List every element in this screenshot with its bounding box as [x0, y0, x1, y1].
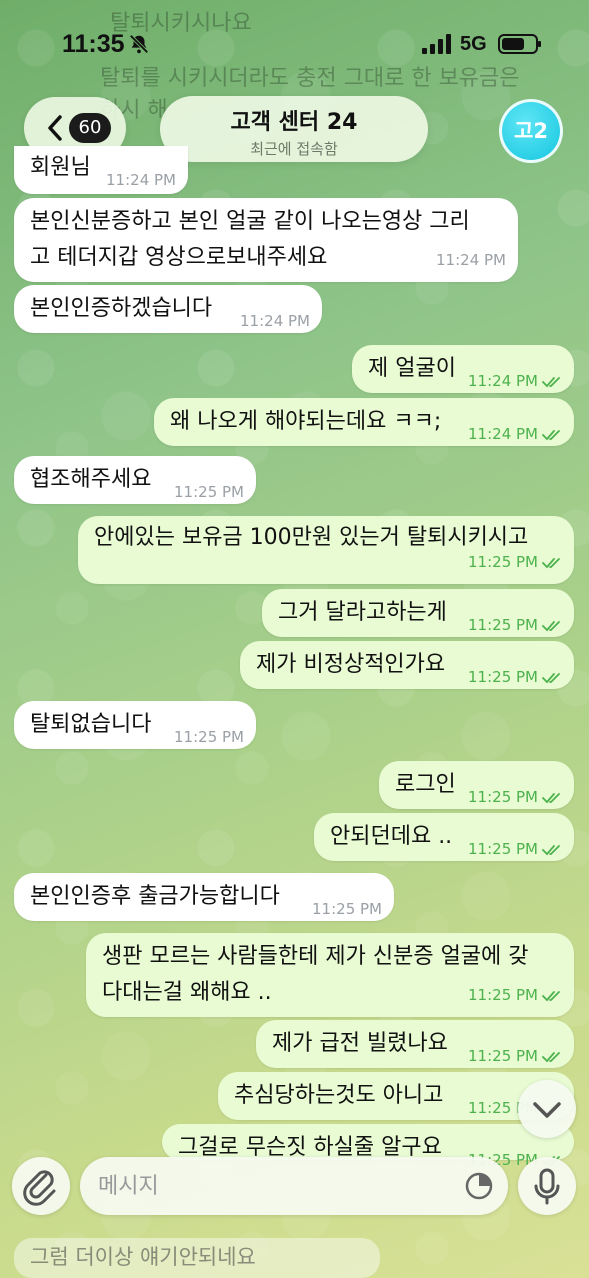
message-text: 추심당하는것도 아니고 [234, 1083, 444, 1108]
timestamp-text: 11:25 PM [468, 788, 538, 806]
chat-title: 고객 센터 24 [230, 110, 358, 135]
timestamp-text: 11:25 PM [468, 668, 538, 686]
read-check-icon [542, 557, 560, 568]
outgoing-message[interactable]: 왜 나오게 해야되는데요 ㅋㅋ; 11:24 PM [154, 398, 574, 446]
message-text: 안되던데요 .. [330, 824, 453, 849]
battery-icon [498, 34, 541, 54]
message-input[interactable] [98, 1169, 438, 1203]
incoming-message[interactable]: 본인인증하겠습니다 11:24 PM [14, 285, 322, 333]
message-text: 협조해주세요 [30, 467, 152, 492]
read-check-icon [542, 792, 560, 803]
message-timestamp: 11:24 PM [106, 162, 176, 198]
read-check-icon [542, 620, 560, 631]
incoming-message[interactable]: 협조해주세요 11:25 PM [14, 456, 256, 504]
paperclip-icon [23, 1170, 56, 1206]
timestamp-text: 11:25 PM [174, 483, 244, 501]
message-timestamp: 11:25 PM [468, 977, 562, 1013]
message-text: 제가 비정상적인가요 [256, 652, 446, 677]
message-timestamp: 11:25 PM [468, 779, 562, 815]
read-check-icon [542, 672, 560, 683]
message-text: 본인인증하겠습니다 [30, 296, 213, 321]
chat-title-area[interactable]: 고객 센터 24 최근에 접속함 [160, 96, 428, 162]
microphone-button[interactable] [518, 1157, 576, 1215]
message-timestamp: 11:25 PM [174, 474, 244, 510]
incoming-message[interactable]: 탈퇴없습니다 11:25 PM [14, 701, 256, 749]
read-check-icon [542, 844, 560, 855]
message-timestamp: 11:25 PM [468, 607, 562, 643]
incoming-message[interactable]: 회원님 11:24 PM [14, 146, 188, 194]
timestamp-text: 11:24 PM [240, 312, 310, 330]
timestamp-text: 11:24 PM [468, 372, 538, 390]
message-text: 그거 달라고하는게 [278, 600, 447, 625]
message-text: 제가 급전 빌렸나요 [272, 1031, 448, 1056]
message-timestamp: 11:24 PM [240, 303, 310, 339]
message-timestamp: 11:25 PM [312, 891, 382, 927]
unread-count-badge: 60 [69, 113, 111, 143]
timestamp-text: 11:24 PM [436, 251, 506, 269]
outgoing-message[interactable]: 제가 비정상적인가요 11:25 PM [240, 641, 574, 689]
chevron-down-icon [533, 1102, 561, 1118]
outgoing-message[interactable]: 그거 달라고하는게 11:25 PM [262, 589, 574, 637]
timestamp-text: 11:24 PM [468, 425, 538, 443]
read-check-icon [542, 429, 560, 440]
message-text: 로그인 [395, 772, 456, 797]
timestamp-text: 11:25 PM [468, 553, 538, 571]
outgoing-message[interactable]: 안되던데요 .. 11:25 PM [314, 813, 574, 861]
outgoing-message[interactable]: 제가 급전 빌렸나요 11:25 PM [256, 1020, 574, 1068]
message-text: 회원님 [30, 155, 91, 180]
read-check-icon [542, 376, 560, 387]
timestamp-text: 11:25 PM [312, 900, 382, 918]
ghost-message-text: 탈퇴시키시나요 [110, 11, 252, 36]
timestamp-text: 11:25 PM [468, 1047, 538, 1065]
chevron-left-icon [48, 115, 62, 141]
attach-button[interactable] [12, 1157, 70, 1215]
message-text: 다대는걸 왜해요 .. [102, 980, 272, 1005]
message-text: 왜 나오게 해야되는데요 ㅋㅋ; [170, 409, 442, 434]
incoming-message[interactable]: 본인신분증하고 본인 얼굴 같이 나오는영상 그리고 테더지갑 영상으로보내주세… [14, 198, 518, 282]
outgoing-message[interactable]: 로그인 11:25 PM [379, 761, 574, 809]
avatar[interactable]: 고2 [499, 99, 563, 163]
ghost-message-text: 탈퇴를 시키시더라도 충전 그대로 한 보유금은 [100, 66, 520, 91]
message-timestamp: 11:24 PM [468, 416, 562, 452]
message-timestamp: 11:25 PM [174, 719, 244, 755]
read-check-icon [542, 1051, 560, 1062]
message-text: 제 얼굴이 [368, 356, 456, 381]
message-text: 본인신분증하고 본인 얼굴 같이 나오는영상 그리 [30, 209, 470, 234]
message-text: 고 테더지갑 영상으로보내주세요 [30, 245, 328, 270]
message-timestamp: 11:25 PM [468, 1038, 562, 1074]
sticker-icon[interactable] [464, 1171, 494, 1201]
network-type: 5G [460, 33, 487, 55]
outgoing-message[interactable]: 안에있는 보유금 100만원 있는거 탈퇴시키시고 11:25 PM [78, 516, 574, 584]
last-seen-status: 최근에 접속함 [250, 140, 338, 158]
partial-message-bubble: 그럼 더이상 얘기안되네요 [14, 1238, 380, 1278]
incoming-message[interactable]: 본인인증후 출금가능합니다 11:25 PM [14, 873, 394, 921]
outgoing-message[interactable]: 생판 모르는 사람들한테 제가 신분증 얼굴에 갖다대는걸 왜해요 .. 11:2… [86, 933, 574, 1017]
message-text: 탈퇴없습니다 [30, 712, 152, 737]
timestamp-text: 11:25 PM [468, 616, 538, 634]
outgoing-message[interactable]: 제 얼굴이 11:24 PM [352, 345, 574, 393]
message-text: 본인인증후 출금가능합니다 [30, 884, 280, 909]
message-timestamp: 11:25 PM [468, 544, 562, 580]
timestamp-text: 11:25 PM [468, 986, 538, 1004]
message-text: 생판 모르는 사람들한테 제가 신분증 얼굴에 갖 [102, 944, 529, 969]
message-input-box[interactable] [80, 1157, 508, 1215]
microphone-icon [534, 1168, 560, 1205]
outgoing-message[interactable]: 그걸로 무슨짓 하실줄 알구요 11:25 PM [162, 1124, 574, 1169]
message-timestamp: 11:24 PM [468, 363, 562, 399]
timestamp-text: 11:24 PM [106, 171, 176, 189]
message-timestamp: 11:25 PM [468, 659, 562, 695]
read-check-icon [542, 990, 560, 1001]
message-timestamp: 11:24 PM [436, 242, 506, 278]
timestamp-text: 11:25 PM [468, 840, 538, 858]
cell-signal-icon [422, 34, 451, 54]
message-text: 안에있는 보유금 100만원 있는거 탈퇴시키시고 [94, 525, 529, 550]
timestamp-text: 11:25 PM [174, 728, 244, 746]
message-timestamp: 11:25 PM [468, 831, 562, 867]
scroll-down-button[interactable] [518, 1080, 576, 1138]
